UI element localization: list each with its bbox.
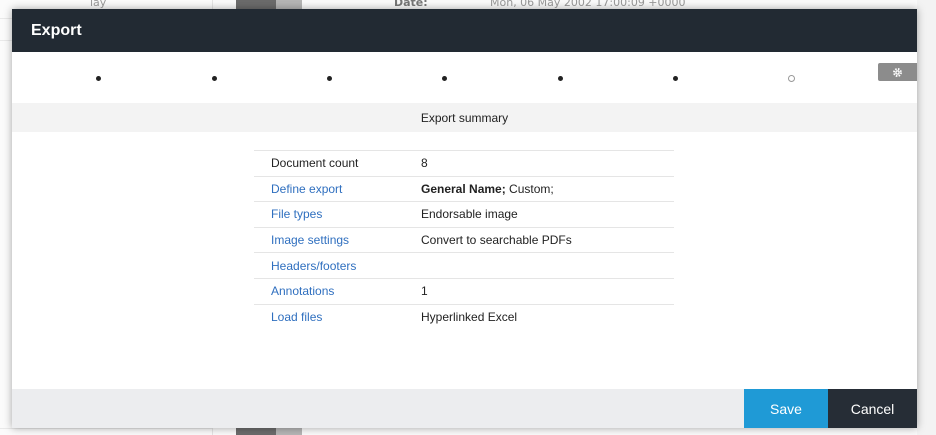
table-row: Headers/footers <box>254 252 674 279</box>
annotations-link[interactable]: Annotations <box>254 278 421 304</box>
background-scroll-block <box>236 428 276 435</box>
summary-title-bar: Export summary <box>12 103 917 132</box>
settings-button[interactable] <box>878 63 917 81</box>
row-value-headers-footers <box>421 253 674 279</box>
background-row-divider <box>0 428 212 429</box>
background-scroll-block <box>276 0 302 9</box>
background-scroll-block <box>236 0 276 9</box>
export-stepper <box>12 52 917 103</box>
table-row: File types Endorsable image <box>254 201 674 228</box>
cancel-button[interactable]: Cancel <box>828 389 917 428</box>
step-indicator-7[interactable] <box>788 75 795 82</box>
export-dialog: Export Export summary Document count 8 D… <box>12 9 917 428</box>
define-export-rest-value: Custom; <box>505 181 554 196</box>
step-indicator-6[interactable] <box>673 76 678 81</box>
step-indicator-3[interactable] <box>327 76 332 81</box>
image-settings-link[interactable]: Image settings <box>254 227 421 253</box>
table-row: Annotations 1 <box>254 278 674 304</box>
load-files-link[interactable]: Load files <box>254 304 421 329</box>
table-row: Define export General Name; Custom; <box>254 176 674 202</box>
step-indicator-4[interactable] <box>442 76 447 81</box>
row-value-load-files: Hyperlinked Excel <box>421 309 518 324</box>
background-text: lay <box>90 0 107 9</box>
export-summary-table: Document count 8 Define export General N… <box>254 150 674 329</box>
row-value-document-count: 8 <box>421 156 428 171</box>
row-label-document-count: Document count <box>271 156 359 171</box>
define-export-bold-value: General Name; <box>421 181 506 196</box>
step-indicator-5[interactable] <box>558 76 563 81</box>
step-indicator-1[interactable] <box>96 76 101 81</box>
file-types-link[interactable]: File types <box>254 202 421 228</box>
step-indicator-2[interactable] <box>212 76 217 81</box>
background-scroll-block <box>276 428 302 435</box>
row-value-annotations: 1 <box>421 284 428 299</box>
headers-footers-link[interactable]: Headers/footers <box>254 253 421 279</box>
dialog-header: Export <box>12 9 917 52</box>
table-row: Load files Hyperlinked Excel <box>254 304 674 329</box>
background-date-value: Mon, 06 May 2002 17:00:09 +0000 <box>490 0 686 9</box>
dialog-footer: Save Cancel <box>12 389 917 428</box>
gear-icon <box>893 67 902 77</box>
summary-title: Export summary <box>420 110 509 125</box>
save-button[interactable]: Save <box>744 389 828 428</box>
define-export-link[interactable]: Define export <box>254 176 421 202</box>
row-value-define-export: General Name; Custom; <box>421 176 674 202</box>
background-date-label: Date: <box>394 0 428 9</box>
dialog-title: Export <box>31 21 82 39</box>
background-right-strip <box>917 0 936 435</box>
table-row: Image settings Convert to searchable PDF… <box>254 227 674 253</box>
table-row: Document count 8 <box>254 150 674 177</box>
row-value-image-settings: Convert to searchable PDFs <box>421 233 572 248</box>
row-value-file-types: Endorsable image <box>421 207 518 222</box>
